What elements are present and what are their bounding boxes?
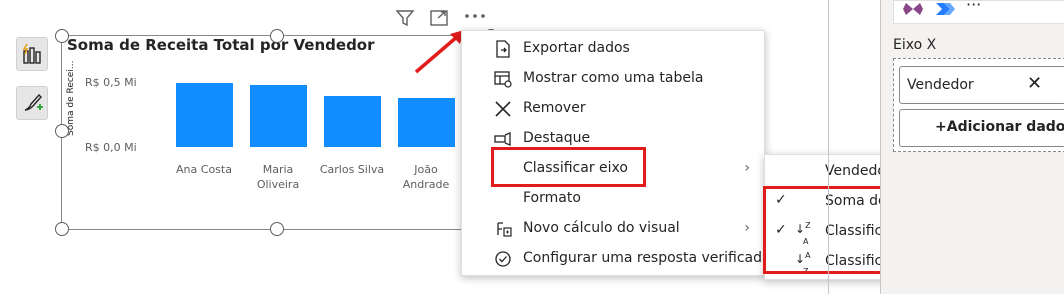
y-tick-label: R$ 0,0 Mi — [85, 141, 137, 154]
more-options-icon[interactable] — [463, 12, 487, 20]
format-brush-button[interactable] — [16, 86, 48, 120]
resize-handle[interactable] — [55, 29, 69, 43]
resize-handle[interactable] — [55, 222, 69, 236]
resize-handle[interactable] — [270, 29, 284, 43]
field-pill-label: Vendedor — [907, 77, 974, 93]
add-data-button[interactable]: +Adicionar dados — [899, 109, 1064, 147]
menu-item-configure-verified-answer[interactable]: Configurar uma resposta verificada — [462, 244, 771, 274]
menu-item-new-visual-calculation[interactable]: Novo cálculo do visual › — [462, 214, 764, 244]
chevron-right-icon: › — [744, 220, 750, 236]
menu-item-label: Novo cálculo do visual — [523, 220, 680, 236]
x-tick-label: Maria Oliveira — [256, 163, 300, 191]
close-icon — [495, 101, 511, 117]
menu-item-label: Remover — [523, 100, 586, 116]
chevron-right-icon: › — [744, 160, 750, 176]
chart-title: Soma de Receita Total por Vendedor — [67, 36, 375, 54]
resize-handle[interactable] — [270, 222, 284, 236]
x-axis-well-label: Eixo X — [893, 37, 937, 53]
menu-item-label: Exportar dados — [523, 40, 630, 56]
bar[interactable] — [323, 96, 381, 147]
format-visual-button[interactable] — [16, 37, 48, 71]
menu-item-label: Formato — [523, 190, 581, 206]
add-data-label: +Adicionar dados — [935, 119, 1064, 135]
focus-mode-icon[interactable] — [429, 9, 449, 27]
filter-icon[interactable] — [395, 9, 415, 27]
power-apps-icon[interactable] — [902, 1, 924, 17]
menu-item-export-data[interactable]: Exportar dados — [462, 34, 764, 64]
pane-divider — [828, 0, 829, 294]
bar[interactable] — [175, 83, 233, 147]
y-tick-label: R$ 0,5 Mi — [85, 76, 137, 89]
paintbrush-icon — [24, 93, 43, 111]
power-automate-icon[interactable] — [934, 1, 956, 17]
more-visuals-icon[interactable]: ··· — [966, 0, 981, 14]
calculation-icon — [497, 222, 512, 237]
menu-item-format[interactable]: Formato — [462, 184, 764, 214]
x-tick-label: João Andrade — [402, 163, 450, 191]
check-circle-icon — [495, 251, 511, 267]
build-visual-icon — [22, 43, 41, 64]
menu-item-show-as-table[interactable]: Mostrar como uma tabela — [462, 64, 764, 94]
bar[interactable] — [397, 97, 455, 147]
visual-type-strip: ··· — [893, 0, 1064, 24]
x-tick-label: Ana Costa — [176, 163, 232, 176]
export-icon — [496, 40, 510, 58]
menu-item-label: Destaque — [523, 130, 591, 146]
menu-item-remove[interactable]: Remover — [462, 94, 764, 124]
field-pill-vendedor[interactable]: Vendedor ✕ — [899, 66, 1064, 104]
x-tick-label: Carlos Silva — [319, 163, 385, 176]
highlight-sort-axis — [491, 147, 646, 187]
table-icon — [494, 71, 512, 88]
spotlight-icon — [494, 132, 511, 146]
y-axis-title: Soma de Recei... — [66, 60, 76, 136]
resize-handle[interactable] — [55, 124, 69, 138]
close-icon[interactable]: ✕ — [1027, 73, 1042, 94]
menu-item-label: Configurar uma resposta verificada — [523, 250, 771, 266]
menu-item-label: Mostrar como uma tabela — [523, 70, 704, 86]
bar[interactable] — [249, 84, 307, 147]
